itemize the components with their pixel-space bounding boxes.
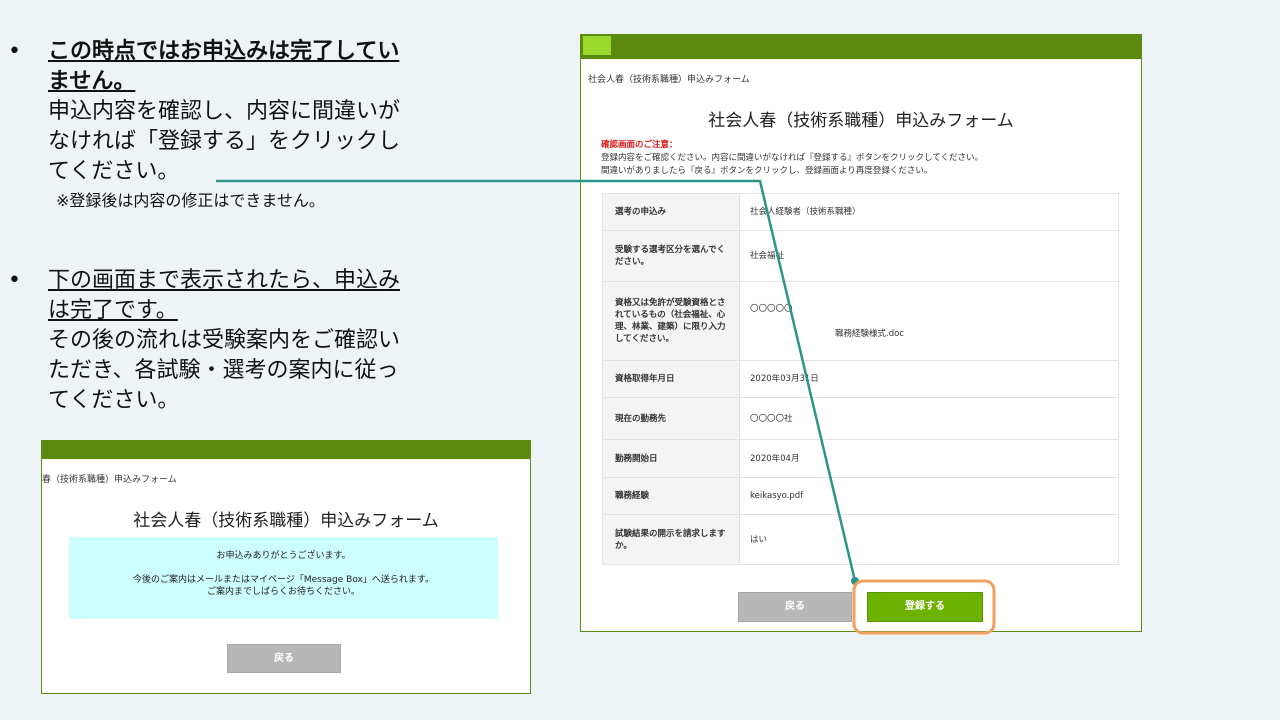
- row-value: はい: [739, 514, 1119, 565]
- row-value: 〇〇〇〇〇: [750, 303, 793, 314]
- point2-body-line: ただき、各試験・選考の案内に従っ: [48, 358, 399, 383]
- confirmation-screen-window: 社会人春（技術系職種）申込みフォーム 社会人春（技術系職種）申込みフォーム 確認…: [580, 34, 1142, 632]
- completion-screen-window: 春（技術系職種）申込みフォーム 社会人春（技術系職種）申込みフォーム お申込みあ…: [41, 440, 531, 694]
- back-button[interactable]: 戻る: [227, 644, 341, 673]
- register-button[interactable]: 登録する: [867, 592, 983, 622]
- point2-head-line: は完了です。: [48, 298, 178, 323]
- point1-head-line: ません。: [48, 69, 136, 94]
- notice-line: 今後のご案内はメールまたはマイページ「Message Box」へ送られます。: [133, 575, 434, 585]
- row-value: 2020年03月31日: [739, 360, 1119, 398]
- bullet-marker: •: [8, 268, 21, 293]
- row-label: 現在の勤務先: [602, 397, 740, 440]
- row-label: 職務経験: [602, 477, 740, 515]
- caution-line: 間違いがありましたら『戻る』ボタンをクリックし、登録画面より再度登録ください。: [601, 166, 933, 176]
- confirmation-table: 選考の申込み 社会人経験者（技術系職種） 受験する選考区分を選んでください。 社…: [602, 193, 1119, 565]
- row-label: 資格取得年月日: [602, 360, 740, 398]
- row-value: 社会人経験者（技術系職種）: [739, 193, 1119, 231]
- row-value: 2020年04月: [739, 439, 1119, 478]
- row-value[interactable]: keikasyo.pdf: [739, 477, 1119, 515]
- notice-line: お申込みありがとうございます。: [216, 551, 351, 561]
- table-row: 試験結果の開示を請求しますか。 はい: [602, 514, 1119, 565]
- bullet-body-2: 下の画面まで表示されたら、申込み は完了です。 その後の流れは受験案内をご確認い…: [48, 266, 488, 416]
- point2-head-line: 下の画面まで表示されたら、申込み: [48, 268, 401, 293]
- point2-body-line: その後の流れは受験案内をご確認い: [48, 328, 401, 353]
- back-button[interactable]: 戻る: [738, 592, 852, 622]
- row-label: 選考の申込み: [602, 193, 740, 231]
- completion-notice: お申込みありがとうございます。 今後のご案内はメールまたはマイページ「Messa…: [69, 537, 498, 619]
- point2-body-line: てください。: [48, 388, 180, 413]
- notice-line: ご案内までしばらくお待ちください。: [206, 587, 360, 597]
- point1-body-line: 申込内容を確認し、内容に間違いが: [48, 99, 401, 124]
- point1-note: ※登録後は内容の修正はできません。: [56, 191, 325, 210]
- page-title: 社会人春（技術系職種）申込みフォーム: [133, 511, 439, 531]
- row-value: 社会福祉: [739, 230, 1119, 282]
- table-row: 現在の勤務先 〇〇〇〇社: [602, 397, 1119, 440]
- row-value: 〇〇〇〇社: [739, 397, 1119, 440]
- point1-body-line: てください。: [48, 159, 180, 184]
- window-header-bar: [42, 441, 530, 459]
- table-row: 資格取得年月日 2020年03月31日: [602, 360, 1119, 398]
- table-row: 選考の申込み 社会人経験者（技術系職種）: [602, 193, 1119, 231]
- table-row: 資格又は免許が受験資格とされているもの（社会福祉、心理、林業、建築）に限り入力し…: [602, 281, 1119, 361]
- breadcrumb: 社会人春（技術系職種）申込みフォーム: [588, 75, 750, 85]
- row-value-cell: 〇〇〇〇〇 職務経験様式.doc: [739, 281, 1119, 361]
- row-label: 試験結果の開示を請求しますか。: [602, 514, 740, 565]
- row-label: 資格又は免許が受験資格とされているもの（社会福祉、心理、林業、建築）に限り入力し…: [602, 281, 740, 361]
- header-accent-block: [583, 36, 611, 55]
- window-header-bar: [581, 35, 1141, 59]
- table-row: 職務経験 keikasyo.pdf: [602, 477, 1119, 515]
- row-label: 受験する選考区分を選んでください。: [602, 230, 740, 282]
- attached-file-link[interactable]: 職務経験様式.doc: [835, 328, 1108, 340]
- row-label: 勤務開始日: [602, 439, 740, 478]
- page-title: 社会人春（技術系職種）申込みフォーム: [708, 111, 1014, 131]
- bullet-marker: •: [8, 39, 21, 64]
- point1-head-line: この時点ではお申込みは完了してい: [48, 39, 400, 64]
- caution-line: 登録内容をご確認ください。内容に間違いがなければ『登録する』ボタンをクリックして…: [601, 153, 983, 163]
- breadcrumb: 春（技術系職種）申込みフォーム: [42, 475, 177, 485]
- table-row: 勤務開始日 2020年04月: [602, 439, 1119, 478]
- point1-body-line: なければ「登録する」をクリックし: [48, 129, 401, 154]
- caution-heading: 確認画面のご注意：: [601, 140, 678, 150]
- bullet-body-1: この時点ではお申込みは完了してい ません。 申込内容を確認し、内容に間違いが な…: [48, 37, 488, 212]
- confirmation-caution: 確認画面のご注意： 登録内容をご確認ください。内容に間違いがなければ『登録する』…: [601, 139, 983, 178]
- table-row: 受験する選考区分を選んでください。 社会福祉: [602, 230, 1119, 282]
